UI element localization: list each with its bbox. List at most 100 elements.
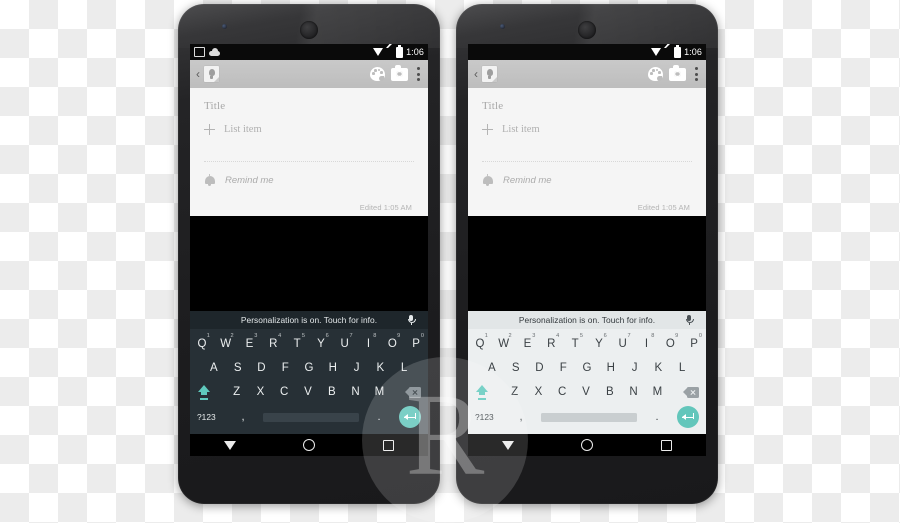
key-z[interactable]: Z bbox=[225, 386, 249, 398]
key-g[interactable]: G bbox=[297, 362, 321, 374]
backspace-icon[interactable] bbox=[405, 386, 421, 398]
key-l[interactable]: L bbox=[670, 362, 694, 374]
key-x[interactable]: X bbox=[527, 386, 551, 398]
recents-square-icon[interactable] bbox=[661, 439, 673, 451]
key-h[interactable]: H bbox=[599, 362, 623, 374]
enter-key[interactable] bbox=[677, 406, 699, 428]
reminder-row[interactable]: Remind me bbox=[482, 174, 692, 186]
microphone-icon[interactable] bbox=[686, 314, 694, 326]
key-t[interactable]: 5T bbox=[285, 333, 309, 350]
key-p[interactable]: 0P bbox=[682, 333, 706, 350]
key-h[interactable]: H bbox=[321, 362, 345, 374]
backspace-icon[interactable] bbox=[683, 386, 699, 398]
back-triangle-icon[interactable] bbox=[501, 440, 514, 450]
period-key[interactable]: . bbox=[650, 411, 664, 423]
key-y[interactable]: 6Y bbox=[587, 333, 611, 350]
key-u[interactable]: 7U bbox=[333, 333, 357, 350]
space-key[interactable] bbox=[263, 412, 359, 422]
camera-icon[interactable] bbox=[391, 65, 408, 81]
key-f[interactable]: F bbox=[551, 362, 575, 374]
key-i[interactable]: 8I bbox=[635, 333, 659, 350]
key-a[interactable]: A bbox=[480, 362, 504, 374]
suggestion-text[interactable]: Personalization is on. Touch for info. bbox=[519, 315, 655, 325]
key-n[interactable]: N bbox=[344, 386, 368, 398]
suggestion-text[interactable]: Personalization is on. Touch for info. bbox=[241, 315, 377, 325]
period-key[interactable]: . bbox=[372, 411, 386, 423]
key-k[interactable]: K bbox=[368, 362, 392, 374]
key-i[interactable]: 8I bbox=[357, 333, 381, 350]
back-triangle-icon[interactable] bbox=[223, 440, 236, 450]
back-button[interactable]: ‹ bbox=[196, 68, 200, 80]
symbols-key[interactable]: ?123 bbox=[197, 412, 223, 422]
shift-icon[interactable] bbox=[197, 384, 211, 400]
edited-timestamp: Edited 1:05 AM bbox=[637, 203, 690, 212]
list-item-input[interactable]: List item bbox=[224, 124, 262, 135]
key-v[interactable]: V bbox=[296, 386, 320, 398]
home-circle-icon[interactable] bbox=[581, 439, 594, 451]
key-j[interactable]: J bbox=[345, 362, 369, 374]
recents-square-icon[interactable] bbox=[383, 439, 395, 451]
key-r[interactable]: 4R bbox=[261, 333, 285, 350]
key-r[interactable]: 4R bbox=[539, 333, 563, 350]
key-k[interactable]: K bbox=[646, 362, 670, 374]
key-m[interactable]: M bbox=[645, 386, 669, 398]
key-z[interactable]: Z bbox=[503, 386, 527, 398]
key-n[interactable]: N bbox=[622, 386, 646, 398]
suggestion-bar[interactable]: Personalization is on. Touch for info. bbox=[468, 311, 706, 329]
add-list-item-row[interactable]: List item bbox=[482, 124, 692, 135]
space-key[interactable] bbox=[541, 412, 637, 422]
reminder-row[interactable]: Remind me bbox=[204, 174, 414, 186]
key-o[interactable]: 9O bbox=[380, 333, 404, 350]
key-y[interactable]: 6Y bbox=[309, 333, 333, 350]
palette-icon[interactable] bbox=[370, 67, 385, 81]
symbols-key[interactable]: ?123 bbox=[475, 412, 501, 422]
back-button[interactable]: ‹ bbox=[474, 68, 478, 80]
suggestion-bar[interactable]: Personalization is on. Touch for info. bbox=[190, 311, 428, 329]
home-circle-icon[interactable] bbox=[303, 439, 316, 451]
key-x[interactable]: X bbox=[249, 386, 273, 398]
reminder-label[interactable]: Remind me bbox=[503, 175, 552, 186]
shift-icon[interactable] bbox=[475, 384, 489, 400]
palette-icon[interactable] bbox=[648, 67, 663, 81]
enter-key[interactable] bbox=[399, 406, 421, 428]
key-b[interactable]: B bbox=[598, 386, 622, 398]
key-g[interactable]: G bbox=[575, 362, 599, 374]
note-title-input[interactable]: Title bbox=[204, 100, 414, 112]
add-list-item-row[interactable]: List item bbox=[204, 124, 414, 135]
key-w[interactable]: 2W bbox=[214, 333, 238, 350]
comma-key[interactable]: , bbox=[236, 411, 250, 423]
key-q[interactable]: 1Q bbox=[468, 333, 492, 350]
key-s[interactable]: S bbox=[226, 362, 250, 374]
key-d[interactable]: D bbox=[528, 362, 552, 374]
note-bulb-icon[interactable] bbox=[204, 66, 219, 82]
key-j[interactable]: J bbox=[623, 362, 647, 374]
enter-icon bbox=[404, 412, 416, 422]
key-a[interactable]: A bbox=[202, 362, 226, 374]
overflow-menu-icon[interactable] bbox=[695, 67, 698, 81]
note-bulb-icon[interactable] bbox=[482, 66, 497, 82]
note-title-input[interactable]: Title bbox=[482, 100, 692, 112]
reminder-label[interactable]: Remind me bbox=[225, 175, 274, 186]
key-u[interactable]: 7U bbox=[611, 333, 635, 350]
key-e[interactable]: 3E bbox=[516, 333, 540, 350]
key-e[interactable]: 3E bbox=[238, 333, 262, 350]
key-t[interactable]: 5T bbox=[563, 333, 587, 350]
key-p[interactable]: 0P bbox=[404, 333, 428, 350]
key-d[interactable]: D bbox=[250, 362, 274, 374]
key-o[interactable]: 9O bbox=[658, 333, 682, 350]
key-f[interactable]: F bbox=[273, 362, 297, 374]
key-m[interactable]: M bbox=[367, 386, 391, 398]
camera-icon[interactable] bbox=[669, 65, 686, 81]
microphone-icon[interactable] bbox=[408, 314, 416, 326]
overflow-menu-icon[interactable] bbox=[417, 67, 420, 81]
list-item-input[interactable]: List item bbox=[502, 124, 540, 135]
key-s[interactable]: S bbox=[504, 362, 528, 374]
key-b[interactable]: B bbox=[320, 386, 344, 398]
key-v[interactable]: V bbox=[574, 386, 598, 398]
key-c[interactable]: C bbox=[272, 386, 296, 398]
key-c[interactable]: C bbox=[550, 386, 574, 398]
key-q[interactable]: 1Q bbox=[190, 333, 214, 350]
key-l[interactable]: L bbox=[392, 362, 416, 374]
key-w[interactable]: 2W bbox=[492, 333, 516, 350]
comma-key[interactable]: , bbox=[514, 411, 528, 423]
